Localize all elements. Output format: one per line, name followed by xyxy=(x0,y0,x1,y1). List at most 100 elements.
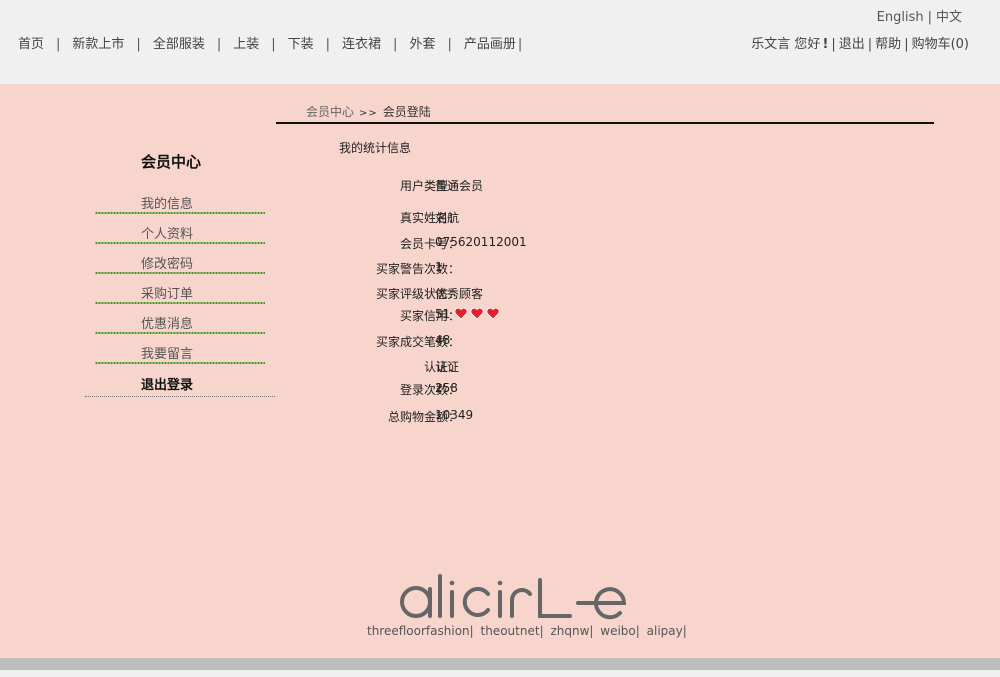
main-navigation: 首页 | 新款上市 | 全部服装 | 上装 | 下装 | 连衣裙 | 外套 | 产品画册 | xyxy=(18,33,524,52)
stat-row-card-number: 会员卡号： 075620112001 xyxy=(330,235,730,253)
user-bar: 乐文言 您好! | 退出 | 帮助 | 购物车(0) xyxy=(751,33,969,52)
greeting-text: 您好 xyxy=(794,37,821,52)
nav-separator: | xyxy=(56,37,61,52)
stat-value: 1 xyxy=(435,260,443,274)
footer-link-theoutnet[interactable]: theoutnet xyxy=(481,624,540,638)
sidebar-item-label[interactable]: 修改密码 xyxy=(141,253,193,272)
user-separator: | xyxy=(904,37,909,52)
stat-value: 普通会员 xyxy=(435,179,484,193)
logout-link[interactable]: 退出 xyxy=(839,37,865,52)
english-link[interactable]: English xyxy=(877,10,924,25)
nav-separator: | xyxy=(136,37,141,52)
user-separator: | xyxy=(867,37,873,52)
sidebar-divider xyxy=(95,211,265,215)
stat-value: 48 xyxy=(435,333,451,347)
nav-separator: | xyxy=(517,37,523,52)
brand-logo: alicirle xyxy=(400,574,627,620)
stat-value: 刘航 xyxy=(435,211,460,225)
credit-hearts xyxy=(454,307,502,323)
footer-strip xyxy=(0,670,1000,677)
chinese-link[interactable]: 中文 xyxy=(936,10,962,25)
footer-link-alipay[interactable]: alipay xyxy=(647,624,683,638)
site-header: English | 中文 首页 | 新款上市 | 全部服装 | 上装 | 下装 | 连衣裙 | 外套 | 产品画… xyxy=(0,0,1000,84)
sidebar-title: 会员中心 xyxy=(141,153,202,171)
language-switcher: English | 中文 xyxy=(877,6,962,25)
stat-value: 认证 xyxy=(435,360,460,374)
sidebar-divider xyxy=(95,331,265,335)
breadcrumb-current: 会员登陆 xyxy=(382,105,431,119)
nav-item-catalog[interactable]: 产品画册 xyxy=(464,37,516,52)
stats-title: 我的统计信息 xyxy=(339,141,412,155)
heart-icon xyxy=(486,307,500,320)
sidebar-divider xyxy=(95,241,265,245)
stat-row-verification: 认证： 认证 xyxy=(330,358,730,376)
nav-item-bottoms[interactable]: 下装 xyxy=(288,37,314,52)
stat-row-rating-status: 买家评级状态： 优秀顾客 xyxy=(330,285,730,303)
breadcrumb-divider xyxy=(276,122,934,124)
sidebar-item-profile[interactable]: 个人资料 xyxy=(95,223,265,253)
sidebar-bottom-divider xyxy=(85,396,275,397)
sidebar-item-label[interactable]: 我的信息 xyxy=(141,193,193,212)
stat-value: 10349 xyxy=(435,408,474,422)
sidebar-item-leave-message[interactable]: 我要留言 xyxy=(95,343,265,373)
nav-separator: | xyxy=(325,37,331,52)
nav-item-new-arrivals[interactable]: 新款上市 xyxy=(72,37,124,52)
logo-wordmark xyxy=(400,574,627,620)
stat-value: 51 xyxy=(435,307,451,321)
stat-row-total-spent: 总购物金额： 10349 xyxy=(330,408,730,426)
lang-separator: | xyxy=(927,10,932,25)
breadcrumb-parent-link[interactable]: 会员中心 xyxy=(306,105,354,119)
footer-separator: | xyxy=(469,624,474,638)
cart-link[interactable]: 购物车(0) xyxy=(912,37,969,52)
stat-row-deal-count: 买家成交笔数： 48 xyxy=(330,333,730,351)
sidebar-divider xyxy=(95,271,265,275)
footer-separator: | xyxy=(635,624,640,638)
footer-bar xyxy=(0,658,1000,670)
stat-value: 258 xyxy=(435,381,458,395)
stat-row-real-name: 真实姓名： 刘航 xyxy=(330,209,730,227)
nav-separator: | xyxy=(393,37,398,52)
sidebar-item-change-password[interactable]: 修改密码 xyxy=(95,253,265,283)
footer-links: threefloorfashion| theoutnet| zhqnw| wei… xyxy=(367,624,690,638)
footer-separator: | xyxy=(589,624,594,638)
help-link[interactable]: 帮助 xyxy=(875,37,901,52)
logo-dot xyxy=(449,580,455,586)
footer-link-weibo[interactable]: weibo xyxy=(600,624,636,638)
sidebar-item-promotions[interactable]: 优惠消息 xyxy=(95,313,265,343)
breadcrumb-arrow: >> xyxy=(359,108,378,119)
stat-row-login-count: 登录次数： 258 xyxy=(330,381,730,399)
sidebar-divider xyxy=(95,301,265,305)
sidebar-divider xyxy=(95,361,265,365)
stat-row-warning-count: 买家警告次数： 1 xyxy=(330,260,730,278)
stat-value: 075620112001 xyxy=(435,235,527,249)
stat-row-user-type: 用户类型： 普通会员 xyxy=(330,177,730,195)
nav-separator: | xyxy=(271,37,276,52)
greeting-exclamation: ! xyxy=(822,37,829,52)
nav-separator: | xyxy=(447,37,452,52)
breadcrumb: 会员中心 >> 会员登陆 xyxy=(306,103,431,120)
sidebar-logout-button[interactable]: 退出登录 xyxy=(141,374,193,393)
stat-value: 优秀顾客 xyxy=(435,287,484,301)
sidebar-item-label[interactable]: 个人资料 xyxy=(141,223,193,242)
stat-label: 买家警告次数： xyxy=(375,262,460,276)
username-link[interactable]: 乐文言 xyxy=(751,37,790,52)
sidebar-item-label[interactable]: 我要留言 xyxy=(141,343,193,362)
sidebar-item-orders[interactable]: 采购订单 xyxy=(95,283,265,313)
sidebar-item-my-info[interactable]: 我的信息 xyxy=(95,193,265,223)
heart-icon xyxy=(454,307,468,320)
nav-item-all-clothing[interactable]: 全部服装 xyxy=(153,37,205,52)
nav-item-outerwear[interactable]: 外套 xyxy=(409,37,435,52)
footer-link-zhqnw[interactable]: zhqnw xyxy=(550,624,589,638)
user-separator: | xyxy=(831,37,836,52)
nav-item-tops[interactable]: 上装 xyxy=(233,37,259,52)
footer-link-threefloorfashion[interactable]: threefloorfashion xyxy=(367,624,470,638)
stat-row-credit: 买家信用： 51 xyxy=(330,307,730,325)
heart-icon xyxy=(470,307,484,320)
nav-item-home[interactable]: 首页 xyxy=(18,37,44,52)
sidebar-item-label[interactable]: 优惠消息 xyxy=(141,313,193,332)
logo-dot xyxy=(497,580,503,586)
nav-item-dresses[interactable]: 连衣裙 xyxy=(342,37,381,52)
stat-value-wrap: 51 xyxy=(435,307,502,323)
nav-separator: | xyxy=(216,37,222,52)
sidebar-item-label[interactable]: 采购订单 xyxy=(141,283,193,302)
